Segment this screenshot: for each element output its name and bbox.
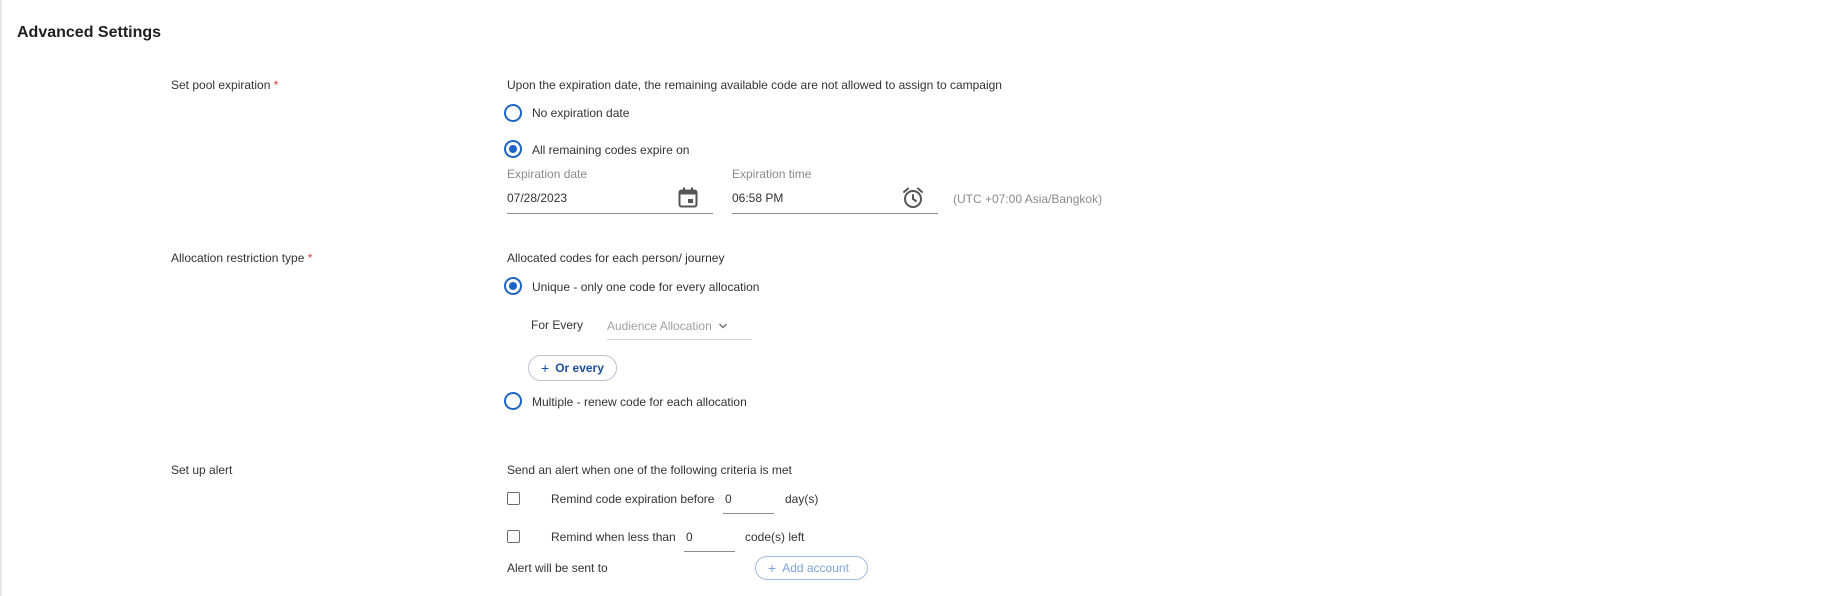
remind-expiration-label: Remind code expiration before	[551, 492, 715, 506]
left-border	[0, 0, 2, 596]
expiration-date-field[interactable]: 07/28/2023	[507, 186, 713, 214]
alarm-clock-icon[interactable]	[901, 186, 925, 215]
unique-label[interactable]: Unique - only one code for every allocat…	[532, 280, 759, 294]
remind-less-count-input[interactable]: 0	[684, 524, 735, 552]
timezone-text: (UTC +07:00 Asia/Bangkok)	[953, 192, 1103, 206]
expiration-date-underline	[507, 213, 713, 214]
expire-on-radio[interactable]	[504, 140, 522, 158]
expiration-time-field[interactable]: 06:58 PM	[732, 186, 938, 214]
alert-description: Send an alert when one of the following …	[507, 463, 792, 477]
allocation-restriction-label-text: Allocation restriction type	[171, 251, 305, 265]
page-title: Advanced Settings	[17, 24, 162, 41]
or-every-button[interactable]: + Or every	[528, 355, 617, 381]
expiration-date-value: 07/28/2023	[507, 191, 568, 205]
expiration-date-label: Expiration date	[507, 167, 588, 181]
for-every-label: For Every	[531, 318, 584, 332]
add-account-button[interactable]: + Add account	[755, 556, 868, 580]
allocation-restriction-label: Allocation restriction type *	[171, 251, 312, 265]
no-expiration-radio[interactable]	[504, 104, 522, 122]
remind-less-checkbox[interactable]	[507, 530, 520, 543]
plus-icon: +	[541, 360, 550, 376]
required-mark: *	[307, 251, 313, 265]
expiration-time-underline	[732, 213, 938, 214]
expiration-time-label: Expiration time	[732, 167, 812, 181]
unique-radio[interactable]	[504, 277, 522, 295]
calendar-icon[interactable]	[678, 187, 698, 214]
pool-expiration-label-text: Set pool expiration	[171, 78, 271, 92]
remind-expiration-checkbox[interactable]	[507, 492, 520, 505]
remind-expiration-unit: day(s)	[785, 492, 819, 506]
remind-expiration-days-input[interactable]: 0	[723, 486, 774, 514]
expiration-time-value: 06:58 PM	[732, 191, 784, 205]
remind-less-unit: code(s) left	[745, 530, 805, 544]
add-account-label: Add account	[782, 561, 849, 575]
allocation-description: Allocated codes for each person/ journey	[507, 251, 725, 265]
expire-on-label[interactable]: All remaining codes expire on	[532, 143, 689, 157]
remind-less-label: Remind when less than	[551, 530, 676, 544]
chevron-down-icon	[718, 319, 728, 333]
pool-expiration-description: Upon the expiration date, the remaining …	[507, 78, 1002, 92]
audience-allocation-select[interactable]: Audience Allocation	[607, 313, 752, 340]
multiple-radio[interactable]	[504, 392, 522, 410]
setup-alert-label: Set up alert	[171, 463, 233, 477]
multiple-label[interactable]: Multiple - renew code for each allocatio…	[532, 395, 747, 409]
audience-allocation-value: Audience Allocation	[607, 319, 712, 333]
plus-icon: +	[768, 560, 777, 576]
pool-expiration-label: Set pool expiration *	[171, 78, 278, 92]
required-mark: *	[273, 78, 279, 92]
alert-sent-to-label: Alert will be sent to	[507, 561, 608, 575]
no-expiration-label[interactable]: No expiration date	[532, 106, 629, 120]
or-every-label: Or every	[555, 361, 604, 375]
